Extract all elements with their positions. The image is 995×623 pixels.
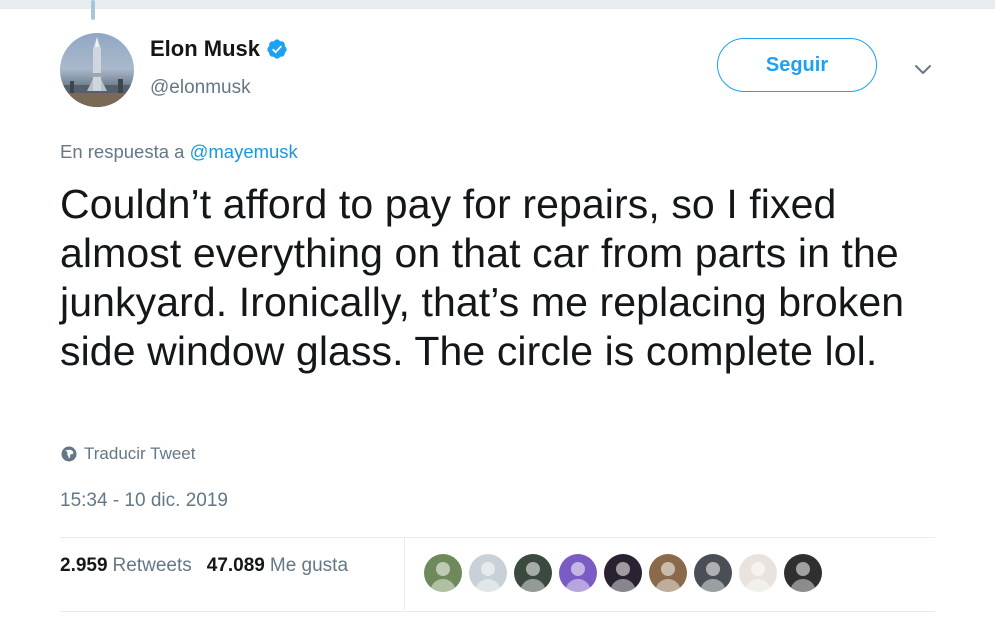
retweets-stat[interactable]: 2.959 Retweets	[60, 555, 192, 577]
retweets-count: 2.959	[60, 555, 108, 576]
reply-mention-link[interactable]: @mayemusk	[190, 141, 298, 162]
person-icon	[745, 562, 771, 592]
author-name[interactable]: Elon Musk	[150, 36, 260, 62]
liker-avatar[interactable]	[424, 554, 462, 592]
rocket-icon	[60, 37, 134, 107]
liker-avatar[interactable]	[694, 554, 732, 592]
likes-label: Me gusta	[269, 555, 349, 576]
thread-connector-line	[91, 0, 95, 20]
liker-avatar[interactable]	[559, 554, 597, 592]
tweet-timestamp[interactable]: 15:34 - 10 dic. 2019	[60, 490, 228, 512]
globe-icon	[61, 446, 77, 462]
liker-avatar[interactable]	[469, 554, 507, 592]
tweet-stats: 2.959 Retweets 47.089 Me gusta	[60, 555, 348, 577]
liker-avatar[interactable]	[784, 554, 822, 592]
retweets-label: Retweets	[112, 555, 192, 576]
avatar[interactable]	[60, 33, 134, 107]
person-icon	[520, 562, 546, 592]
stats-separator	[404, 538, 405, 610]
verified-badge-icon	[267, 39, 287, 59]
person-icon	[565, 562, 591, 592]
translate-label[interactable]: Traducir Tweet	[84, 444, 196, 464]
person-icon	[475, 562, 501, 592]
follow-button[interactable]: Seguir	[717, 38, 877, 92]
liker-avatar[interactable]	[649, 554, 687, 592]
liker-avatar[interactable]	[514, 554, 552, 592]
likes-stat[interactable]: 47.089 Me gusta	[207, 555, 348, 577]
reply-prefix: En respuesta a	[60, 141, 185, 162]
person-icon	[430, 562, 456, 592]
person-icon	[700, 562, 726, 592]
likes-count: 47.089	[206, 555, 265, 576]
liker-avatars	[424, 554, 829, 592]
chevron-down-icon[interactable]	[912, 58, 934, 80]
reply-context: En respuesta a @mayemusk	[60, 141, 298, 163]
author-name-row[interactable]: Elon Musk	[150, 36, 288, 62]
person-icon	[610, 562, 636, 592]
translate-tweet-link[interactable]: Traducir Tweet	[60, 444, 196, 464]
liker-avatar[interactable]	[604, 554, 642, 592]
tweet-text: Couldn’t afford to pay for repairs, so I…	[60, 181, 905, 374]
person-icon	[655, 562, 681, 592]
top-bar	[0, 0, 995, 9]
person-icon	[790, 562, 816, 592]
author-handle[interactable]: @elonmusk	[150, 77, 251, 99]
liker-avatar[interactable]	[739, 554, 777, 592]
stats-bottom-divider	[60, 611, 935, 612]
stats-top-divider	[60, 537, 935, 538]
